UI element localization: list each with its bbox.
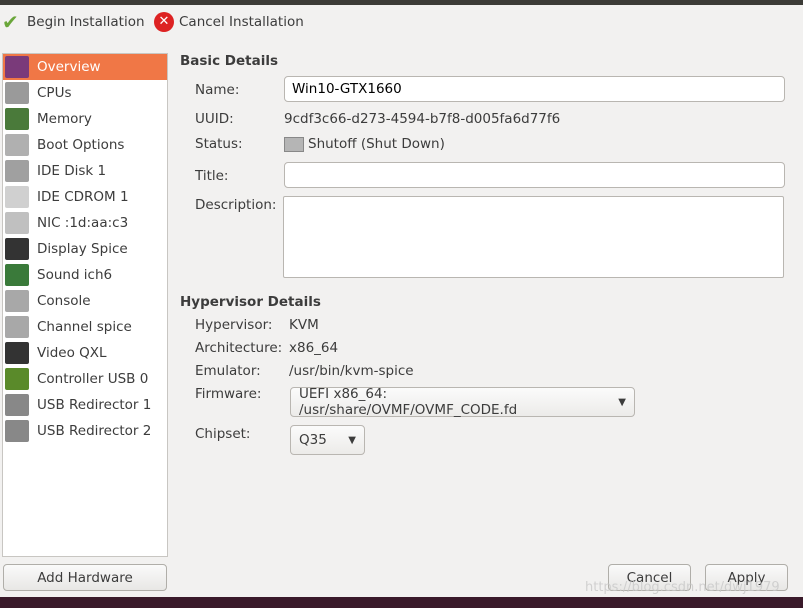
channel-icon bbox=[5, 316, 29, 338]
sidebar-item-sound-ich6[interactable]: Sound ich6 bbox=[3, 262, 167, 288]
sidebar-item-boot-options[interactable]: Boot Options bbox=[3, 132, 167, 158]
cancel-icon: ✕ bbox=[154, 12, 174, 32]
emulator-label: Emulator: bbox=[195, 363, 261, 379]
cpu-icon bbox=[5, 82, 29, 104]
sidebar-item-label: CPUs bbox=[37, 85, 72, 101]
memory-icon bbox=[5, 108, 29, 130]
sidebar-item-label: Display Spice bbox=[37, 241, 128, 257]
title-label: Title: bbox=[195, 168, 229, 184]
sidebar-item-label: USB Redirector 1 bbox=[37, 397, 152, 413]
uuid-value: 9cdf3c66-d273-4594-b7f8-d005fa6d77f6 bbox=[284, 111, 561, 127]
sidebar-item-label: Sound ich6 bbox=[37, 267, 113, 283]
sidebar-item-memory[interactable]: Memory bbox=[3, 106, 167, 132]
usb-icon bbox=[5, 420, 29, 442]
sidebar-item-label: Video QXL bbox=[37, 345, 107, 361]
hypervisor-details-heading: Hypervisor Details bbox=[180, 294, 321, 310]
sidebar-item-console[interactable]: Console bbox=[3, 288, 167, 314]
sidebar-item-usb-redirector-1[interactable]: USB Redirector 1 bbox=[3, 392, 167, 418]
status-label: Status: bbox=[195, 136, 243, 152]
sound-icon bbox=[5, 264, 29, 286]
emulator-value: /usr/bin/kvm-spice bbox=[289, 363, 414, 379]
cdrom-icon bbox=[5, 186, 29, 208]
sidebar-item-ide-disk-1[interactable]: IDE Disk 1 bbox=[3, 158, 167, 184]
sidebar-item-label: Console bbox=[37, 293, 91, 309]
firmware-selected: UEFI x86_64: /usr/share/OVMF/OVMF_CODE.f… bbox=[299, 386, 518, 418]
chipset-selected: Q35 bbox=[299, 432, 327, 448]
sidebar-item-label: USB Redirector 2 bbox=[37, 423, 152, 439]
watermark: https://blog.csdn.net/dwj1979 bbox=[585, 580, 780, 595]
sidebar-item-label: IDE CDROM 1 bbox=[37, 189, 129, 205]
architecture-value: x86_64 bbox=[289, 340, 339, 356]
sidebar-item-usb-redirector-2[interactable]: USB Redirector 2 bbox=[3, 418, 167, 444]
name-label: Name: bbox=[195, 82, 240, 98]
description-input[interactable] bbox=[283, 196, 784, 278]
sidebar-item-nic-1d-aa-c3[interactable]: NIC :1d:aa:c3 bbox=[3, 210, 167, 236]
firmware-label: Firmware: bbox=[195, 386, 262, 402]
sidebar-item-label: NIC :1d:aa:c3 bbox=[37, 215, 129, 231]
architecture-label: Architecture: bbox=[195, 340, 283, 356]
video-icon bbox=[5, 342, 29, 364]
cancel-installation-button[interactable]: ✕ Cancel Installation bbox=[154, 10, 304, 34]
chipset-label: Chipset: bbox=[195, 426, 251, 442]
network-icon bbox=[5, 212, 29, 234]
name-input[interactable] bbox=[284, 76, 785, 102]
monitor-icon bbox=[5, 56, 29, 78]
usb-icon bbox=[5, 394, 29, 416]
sidebar-item-ide-cdrom-1[interactable]: IDE CDROM 1 bbox=[3, 184, 167, 210]
chipset-select[interactable]: Q35 ▼ bbox=[290, 425, 365, 455]
begin-installation-button[interactable]: ✔ Begin Installation bbox=[2, 10, 145, 34]
firmware-select[interactable]: UEFI x86_64: /usr/share/OVMF/OVMF_CODE.f… bbox=[290, 386, 635, 418]
display-icon bbox=[5, 238, 29, 260]
basic-details-heading: Basic Details bbox=[180, 53, 278, 69]
uuid-label: UUID: bbox=[195, 111, 234, 127]
sidebar-item-controller-usb-0[interactable]: Controller USB 0 bbox=[3, 366, 167, 392]
hypervisor-value: KVM bbox=[289, 317, 319, 333]
sidebar-item-channel-spice[interactable]: Channel spice bbox=[3, 314, 167, 340]
status-text: Shutoff (Shut Down) bbox=[308, 136, 445, 152]
sidebar-item-label: Controller USB 0 bbox=[37, 371, 149, 387]
sidebar-item-label: IDE Disk 1 bbox=[37, 163, 107, 179]
status-value: Shutoff (Shut Down) bbox=[284, 136, 445, 152]
dropdown-arrow-icon: ▼ bbox=[348, 434, 356, 446]
sidebar-item-overview[interactable]: Overview bbox=[3, 54, 167, 80]
hardware-list[interactable]: Overview CPUs Memory Boot Options IDE Disk 1… bbox=[2, 53, 168, 557]
cancel-installation-label: Cancel Installation bbox=[179, 14, 304, 30]
sidebar-item-video-qxl[interactable]: Video QXL bbox=[3, 340, 167, 366]
controller-icon bbox=[5, 368, 29, 390]
sidebar-item-label: Boot Options bbox=[37, 137, 125, 153]
checkmark-icon: ✔ bbox=[2, 10, 19, 34]
add-hardware-button[interactable]: Add Hardware bbox=[3, 564, 167, 591]
shutoff-monitor-icon bbox=[284, 136, 304, 152]
description-label: Description: bbox=[195, 197, 277, 213]
title-input[interactable] bbox=[284, 162, 785, 188]
gears-icon bbox=[5, 134, 29, 156]
sidebar-item-label: Memory bbox=[37, 111, 92, 127]
begin-installation-label: Begin Installation bbox=[27, 14, 145, 30]
sidebar-item-display-spice[interactable]: Display Spice bbox=[3, 236, 167, 262]
dropdown-arrow-icon: ▼ bbox=[618, 396, 626, 408]
sidebar-item-cpus[interactable]: CPUs bbox=[3, 80, 167, 106]
window-top-edge bbox=[0, 0, 803, 5]
sidebar-item-label: Channel spice bbox=[37, 319, 132, 335]
sidebar-item-label: Overview bbox=[37, 59, 101, 75]
hypervisor-label: Hypervisor: bbox=[195, 317, 273, 333]
desktop-background bbox=[0, 597, 803, 608]
console-icon bbox=[5, 290, 29, 312]
disk-icon bbox=[5, 160, 29, 182]
